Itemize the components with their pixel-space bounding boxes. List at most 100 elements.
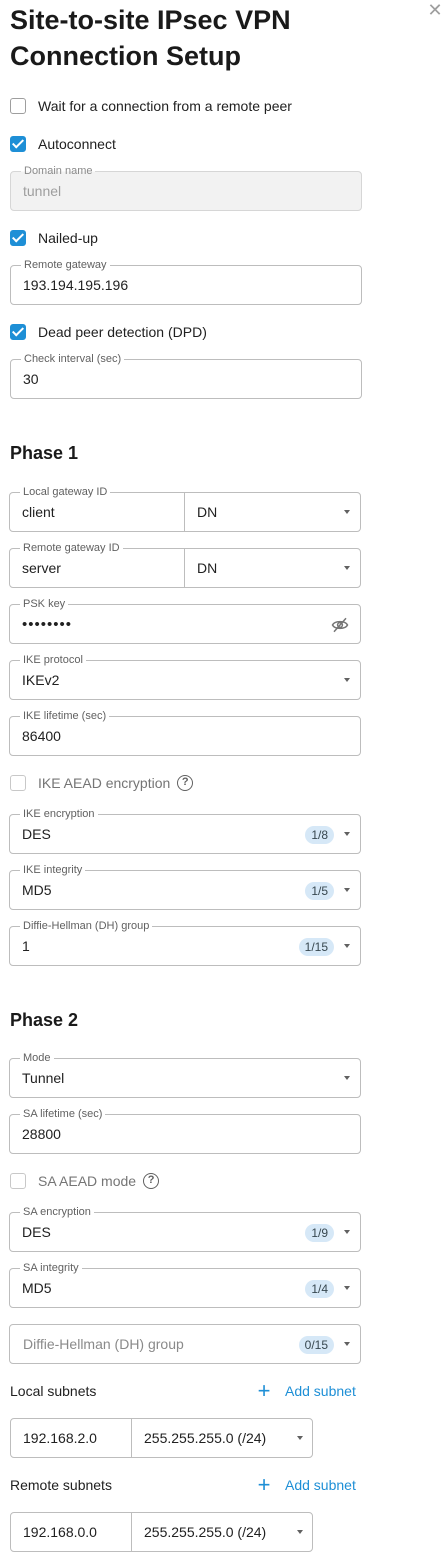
psk-key-value: •••••••• [22,616,73,633]
close-icon[interactable]: ✕ [427,1,443,19]
sa-aead-checkbox [10,1173,26,1189]
sa-encryption-select[interactable]: SA encryption DES 1/9 [9,1205,361,1252]
remote-subnet-mask[interactable]: 255.255.255.0 (/24) [144,1524,266,1540]
remote-gateway-id-type[interactable]: DN [197,560,217,576]
chevron-down-icon[interactable] [344,1076,350,1080]
sa-encryption-label: SA encryption [20,1205,94,1219]
chevron-down-icon[interactable] [344,888,350,892]
ike-protocol-value: IKEv2 [22,672,60,688]
plus-icon: + [257,1472,271,1497]
field-divider [184,549,185,587]
add-remote-subnet-button[interactable]: + Add subnet [253,1473,361,1497]
sa-integrity-select[interactable]: SA integrity MD5 1/4 [9,1261,361,1308]
phase1-heading: Phase 1 [10,443,79,463]
local-subnet-mask[interactable]: 255.255.255.0 (/24) [144,1430,266,1446]
eye-off-icon[interactable] [331,616,349,634]
dpd-label: Dead peer detection (DPD) [38,324,207,340]
ike-lifetime-value: 86400 [22,728,61,744]
domain-name-field: Domain name tunnel [10,164,362,211]
chevron-down-icon[interactable] [297,1436,303,1440]
field-divider [131,1419,132,1457]
ike-protocol-select[interactable]: IKE protocol IKEv2 [9,653,361,700]
psk-key-label: PSK key [20,597,69,611]
autoconnect-row[interactable]: Autoconnect [10,133,116,155]
nailed-up-label: Nailed-up [38,230,98,246]
remote-gateway-id-field[interactable]: Remote gateway ID server DN [9,541,361,588]
sa-aead-row: SA AEAD mode ? [10,1170,160,1192]
sa-lifetime-value: 28800 [22,1126,61,1142]
chevron-down-icon[interactable] [344,1286,350,1290]
wait-for-connection-row[interactable]: Wait for a connection from a remote peer [10,95,292,117]
sa-integrity-value: MD5 [22,1280,52,1296]
ike-aead-label: IKE AEAD encryption [38,775,171,791]
dh-group-select[interactable]: Diffie-Hellman (DH) group 1 1/15 [9,919,361,966]
chevron-down-icon[interactable] [344,566,350,570]
mode-select[interactable]: Mode Tunnel [9,1051,361,1098]
chevron-down-icon[interactable] [344,678,350,682]
ike-aead-checkbox [10,775,26,791]
selection-count-badge: 1/5 [305,882,334,900]
wait-for-connection-label: Wait for a connection from a remote peer [38,98,292,114]
local-subnet-ip[interactable]: 192.168.2.0 [23,1430,97,1446]
help-circle-icon[interactable]: ? [143,1173,160,1189]
add-local-subnet-label: Add subnet [285,1383,356,1399]
check-interval-value: 30 [23,371,39,387]
field-divider [131,1513,132,1551]
local-gateway-id-value: client [22,504,55,520]
selection-count-badge: 0/15 [298,1336,334,1354]
ike-aead-row: IKE AEAD encryption ? [10,772,194,794]
local-gateway-id-type[interactable]: DN [197,504,217,520]
autoconnect-label: Autoconnect [38,136,116,152]
chevron-down-icon[interactable] [344,832,350,836]
selection-count-badge: 1/4 [305,1280,334,1298]
wait-for-connection-checkbox[interactable] [10,98,26,114]
remote-gateway-label: Remote gateway [21,258,110,272]
ike-lifetime-field[interactable]: IKE lifetime (sec) 86400 [9,709,361,756]
ike-encryption-value: DES [22,826,51,842]
check-interval-field[interactable]: Check interval (sec) 30 [10,352,362,399]
field-divider [184,493,185,531]
dh-group-label: Diffie-Hellman (DH) group [20,919,153,933]
check-interval-label: Check interval (sec) [21,352,125,366]
local-gateway-id-field[interactable]: Local gateway ID client DN [9,485,361,532]
phase2-dh-group-placeholder: Diffie-Hellman (DH) group [23,1336,184,1352]
remote-subnet-row[interactable]: 192.168.0.0 255.255.255.0 (/24) [10,1512,313,1552]
nailed-up-row[interactable]: Nailed-up [10,227,98,249]
phase2-dh-group-select[interactable]: Diffie-Hellman (DH) group 0/15 [9,1324,361,1364]
ike-encryption-label: IKE encryption [20,807,98,821]
chevron-down-icon[interactable] [297,1530,303,1534]
local-gateway-id-label: Local gateway ID [20,485,111,499]
chevron-down-icon[interactable] [344,510,350,514]
add-local-subnet-button[interactable]: + Add subnet [253,1379,361,1403]
domain-name-label: Domain name [21,164,96,178]
chevron-down-icon[interactable] [344,1342,350,1346]
remote-gateway-id-label: Remote gateway ID [20,541,123,555]
selection-count-badge: 1/8 [305,826,334,844]
plus-icon: + [257,1378,271,1403]
sa-aead-label: SA AEAD mode [38,1173,137,1189]
dpd-row[interactable]: Dead peer detection (DPD) [10,321,207,343]
remote-gateway-field[interactable]: Remote gateway 193.194.195.196 [10,258,362,305]
chevron-down-icon[interactable] [344,944,350,948]
selection-count-badge: 1/15 [298,938,334,956]
ike-integrity-label: IKE integrity [20,863,86,877]
remote-subnet-ip[interactable]: 192.168.0.0 [23,1524,97,1540]
remote-subnets-label: Remote subnets [10,1477,112,1493]
sa-lifetime-field[interactable]: SA lifetime (sec) 28800 [9,1107,361,1154]
local-subnet-row[interactable]: 192.168.2.0 255.255.255.0 (/24) [10,1418,313,1458]
selection-count-badge: 1/9 [305,1224,334,1242]
remote-gateway-id-value: server [22,560,61,576]
help-circle-icon[interactable]: ? [177,775,194,791]
dpd-checkbox[interactable] [10,324,26,340]
psk-key-field[interactable]: PSK key •••••••• [9,597,361,644]
chevron-down-icon[interactable] [344,1230,350,1234]
ike-encryption-select[interactable]: IKE encryption DES 1/8 [9,807,361,854]
autoconnect-checkbox[interactable] [10,136,26,152]
remote-gateway-value: 193.194.195.196 [23,277,129,293]
sa-encryption-value: DES [22,1224,51,1240]
page-title: Site-to-site IPsec VPN Connection Setup [10,5,291,71]
local-subnets-label: Local subnets [10,1383,97,1399]
ike-integrity-select[interactable]: IKE integrity MD5 1/5 [9,863,361,910]
nailed-up-checkbox[interactable] [10,230,26,246]
ike-lifetime-label: IKE lifetime (sec) [20,709,110,723]
